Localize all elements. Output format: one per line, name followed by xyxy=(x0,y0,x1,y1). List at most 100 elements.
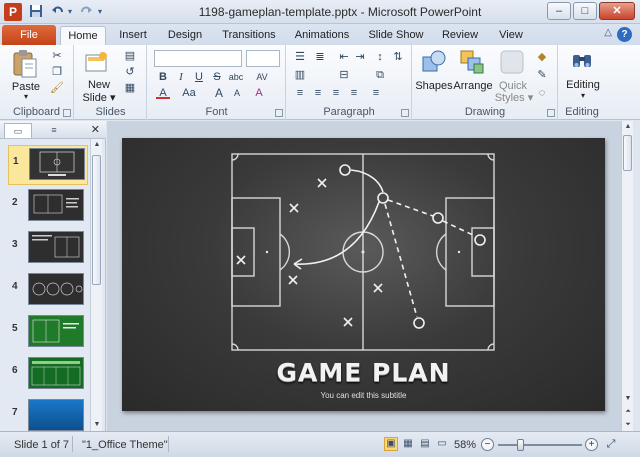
slide-thumbnail-4[interactable]: 4 xyxy=(8,271,88,311)
character-spacing-button[interactable]: AV xyxy=(252,71,272,83)
collapse-ribbon-icon[interactable]: △ xyxy=(604,27,612,38)
change-case-button[interactable]: Aa xyxy=(178,87,200,99)
smartart-icon[interactable]: ⧉ xyxy=(373,69,387,81)
scroll-up-icon[interactable]: ▲ xyxy=(622,121,634,133)
arrange-button[interactable]: Arrange xyxy=(451,80,495,92)
minimize-button[interactable]: – xyxy=(547,2,571,20)
slide-subtitle[interactable]: You can edit this subtitle xyxy=(122,391,605,400)
close-button[interactable]: ✕ xyxy=(599,2,635,20)
align-center-icon[interactable]: ≡ xyxy=(311,87,325,99)
slide-thumbnail-6[interactable]: 6 xyxy=(8,355,88,395)
tab-review[interactable]: Review xyxy=(438,26,482,45)
tab-animations[interactable]: Animations xyxy=(291,26,353,45)
shape-outline-icon[interactable]: ✎ xyxy=(535,69,549,81)
zoom-level[interactable]: 58% xyxy=(454,439,476,451)
maximize-button[interactable]: □ xyxy=(573,2,597,20)
columns-icon[interactable]: ▥ xyxy=(293,69,307,81)
quick-styles-dropdown[interactable]: Styles ▾ xyxy=(491,91,537,104)
paste-icon[interactable] xyxy=(12,49,38,82)
powerpoint-app-icon[interactable]: P xyxy=(4,3,22,21)
justify-icon[interactable]: ≡ xyxy=(347,87,361,99)
decrease-indent-icon[interactable]: ⇤ xyxy=(337,51,351,63)
undo-icon[interactable] xyxy=(50,4,66,20)
shape-effects-icon[interactable]: ◌ xyxy=(535,87,549,99)
slide-title[interactable]: GAME PLAN xyxy=(122,358,605,387)
cut-icon[interactable]: ✂ xyxy=(50,50,64,62)
clear-formatting-button[interactable]: A xyxy=(252,87,266,99)
current-slide[interactable]: GAME PLAN You can edit this subtitle xyxy=(122,138,605,411)
italic-button[interactable]: I xyxy=(174,71,188,83)
tab-insert[interactable]: Insert xyxy=(112,26,154,45)
slide-thumbnail-3[interactable]: 3 xyxy=(8,229,88,269)
editing-button[interactable]: Editing xyxy=(561,79,605,91)
next-slide-icon[interactable]: ⏷ xyxy=(622,419,634,431)
reset-icon[interactable]: ↺ xyxy=(123,66,137,78)
tab-home[interactable]: Home xyxy=(60,26,106,45)
font-color-button[interactable]: A xyxy=(156,87,170,99)
scroll-thumb[interactable] xyxy=(92,155,101,285)
font-size-input[interactable] xyxy=(246,50,280,67)
editing-dropdown[interactable]: ▾ xyxy=(561,91,605,100)
paste-dropdown[interactable]: ▾ xyxy=(6,92,46,101)
scroll-down-icon[interactable]: ▼ xyxy=(622,393,634,405)
new-slide-button[interactable]: New xyxy=(79,79,119,91)
copy-icon[interactable]: ❐ xyxy=(50,66,64,78)
redo-icon[interactable] xyxy=(78,4,94,20)
save-icon[interactable] xyxy=(28,4,44,20)
zoom-in-button[interactable]: + xyxy=(585,438,598,451)
shape-fill-icon[interactable]: ◆ xyxy=(535,51,549,63)
slide-sorter-icon[interactable]: ▦ xyxy=(401,437,415,451)
slide-thumbnail-1[interactable]: 1 xyxy=(8,145,88,185)
customize-qat-icon[interactable]: ▾ xyxy=(96,4,104,20)
outline-tab[interactable]: ≡ xyxy=(40,123,68,138)
scroll-thumb[interactable] xyxy=(623,135,632,171)
section-icon[interactable]: ▦ xyxy=(123,82,137,94)
clipboard-launcher-icon[interactable] xyxy=(63,109,71,117)
slides-pane-scrollbar[interactable]: ▲ ▼ xyxy=(90,139,102,431)
shapes-icon[interactable] xyxy=(421,49,447,78)
layout-icon[interactable]: ▤ xyxy=(123,50,137,62)
slide-thumbnail-2[interactable]: 2 xyxy=(8,187,88,227)
undo-dropdown-icon[interactable]: ▾ xyxy=(66,4,74,20)
tab-design[interactable]: Design xyxy=(163,26,207,45)
shadow-button[interactable]: abc xyxy=(226,71,246,83)
shrink-font-button[interactable]: A xyxy=(230,87,244,99)
slides-tab[interactable]: ▭ xyxy=(4,123,32,138)
underline-button[interactable]: U xyxy=(192,71,206,83)
new-slide-dropdown[interactable]: Slide ▾ xyxy=(77,91,121,104)
zoom-slider-thumb[interactable] xyxy=(517,439,525,451)
drawing-launcher-icon[interactable] xyxy=(547,109,555,117)
font-launcher-icon[interactable] xyxy=(275,109,283,117)
line-spacing-icon[interactable]: ↕ xyxy=(373,51,387,63)
fit-to-window-icon[interactable]: ⤢ xyxy=(604,437,618,451)
tab-slide-show[interactable]: Slide Show xyxy=(364,26,428,45)
align-left-icon[interactable]: ≡ xyxy=(293,87,307,99)
tab-file[interactable]: File xyxy=(2,25,56,45)
strikethrough-button[interactable]: S xyxy=(210,71,224,83)
align-text-icon[interactable]: ⊟ xyxy=(337,69,351,81)
format-painter-icon[interactable]: 🖌 xyxy=(50,82,64,94)
bullets-icon[interactable]: ☰ xyxy=(293,51,307,63)
theme-status[interactable]: "1_Office Theme" xyxy=(82,439,168,451)
normal-view-icon[interactable]: ▣ xyxy=(384,437,398,451)
font-name-input[interactable] xyxy=(154,50,242,67)
scroll-up-icon[interactable]: ▲ xyxy=(91,139,103,151)
arrange-icon[interactable] xyxy=(459,49,485,78)
close-pane-icon[interactable]: ✕ xyxy=(91,123,100,136)
slide-thumbnail-7[interactable]: 7 xyxy=(8,397,88,431)
help-icon[interactable]: ? xyxy=(617,27,632,42)
previous-slide-icon[interactable]: ⏶ xyxy=(622,406,634,418)
quick-styles-icon[interactable] xyxy=(499,49,525,78)
scroll-down-icon[interactable]: ▼ xyxy=(91,419,103,431)
align-right-icon[interactable]: ≡ xyxy=(329,87,343,99)
reading-view-icon[interactable]: ▤ xyxy=(418,437,432,451)
grow-font-button[interactable]: A xyxy=(212,87,226,99)
text-direction-icon[interactable]: ⇅ xyxy=(391,51,405,63)
slide-scrollbar[interactable]: ▲ ▼ ⏶ ⏷ xyxy=(621,121,633,431)
shapes-button[interactable]: Shapes xyxy=(413,80,455,92)
zoom-slider[interactable] xyxy=(498,439,582,451)
paragraph-launcher-icon[interactable] xyxy=(401,109,409,117)
slide-show-icon[interactable]: ▭ xyxy=(435,437,449,451)
new-slide-icon[interactable] xyxy=(85,51,109,78)
zoom-out-button[interactable]: − xyxy=(481,438,494,451)
